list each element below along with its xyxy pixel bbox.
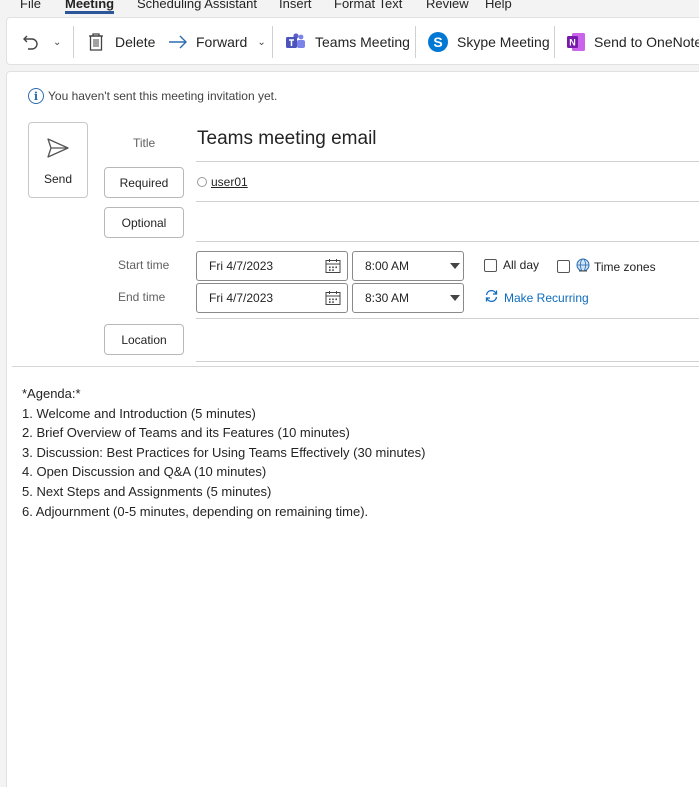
chevron-down-icon: ⌄ (53, 36, 62, 48)
start-time-value: 8:00 AM (365, 259, 410, 273)
required-recipient[interactable]: user01 (197, 175, 248, 189)
ribbon-separator (272, 26, 273, 58)
svg-text:N: N (569, 38, 576, 48)
calendar-icon[interactable] (325, 258, 341, 277)
forward-button[interactable]: Forward ⌄ (168, 18, 266, 66)
required-underline (196, 201, 699, 202)
send-to-onenote-button[interactable]: N Send to OneNote (566, 18, 699, 66)
end-time-value: 8:30 AM (365, 291, 410, 305)
forward-arrow-icon (168, 32, 188, 52)
all-day-checkbox[interactable]: All day (484, 258, 539, 272)
tab-meeting[interactable]: Meeting (65, 0, 115, 14)
info-message: You haven't sent this meeting invitation… (48, 89, 278, 103)
make-recurring-label: Make Recurring (504, 290, 589, 305)
teams-meeting-button[interactable]: Teams Meeting (286, 18, 410, 66)
teams-meeting-label: Teams Meeting (315, 34, 410, 50)
tab-file[interactable]: File (20, 0, 41, 11)
info-icon: i (28, 88, 44, 104)
delete-label: Delete (115, 34, 156, 50)
end-date-picker[interactable]: Fri 4/7/2023 (196, 283, 348, 313)
end-time-dropdown[interactable]: 8:30 AM (352, 283, 464, 313)
tab-format-text[interactable]: Format Text (334, 0, 402, 11)
message-body[interactable]: *Agenda:* 1. Welcome and Introduction (5… (22, 384, 425, 521)
skype-meeting-button[interactable]: S Skype Meeting (427, 18, 550, 66)
presence-status-icon (197, 177, 207, 187)
ribbon-separator (415, 26, 416, 58)
body-line: 3. Discussion: Best Practices for Using … (22, 444, 426, 460)
forward-label: Forward (196, 34, 248, 50)
start-date-picker[interactable]: Fri 4/7/2023 (196, 251, 348, 281)
onenote-icon: N (566, 32, 586, 52)
dropdown-arrow-icon (450, 295, 460, 301)
teams-icon (286, 33, 306, 51)
ribbon-toolbar: ⌄ Delete Forward ⌄ Teams Meeting S Skype… (6, 17, 699, 65)
end-date-value: Fri 4/7/2023 (209, 291, 274, 305)
menu-bar: File Meeting Scheduling Assistant Insert… (0, 0, 699, 14)
time-underline (196, 318, 699, 319)
skype-icon: S (427, 31, 449, 53)
calendar-icon[interactable] (325, 290, 341, 309)
send-icon (46, 137, 70, 164)
required-button[interactable]: Required (104, 167, 184, 198)
send-to-onenote-label: Send to OneNote (594, 34, 699, 50)
end-time-label: End time (118, 290, 166, 304)
make-recurring-button[interactable]: Make Recurring (484, 289, 589, 306)
trash-icon (87, 32, 105, 52)
optional-underline (196, 241, 699, 242)
ribbon-separator (73, 26, 74, 58)
globe-icon (576, 258, 590, 275)
tab-help[interactable]: Help (485, 0, 512, 11)
ribbon-separator (554, 26, 555, 58)
start-date-value: Fri 4/7/2023 (209, 259, 274, 273)
body-line: 4. Open Discussion and Q&A (10 minutes) (22, 464, 267, 480)
start-time-label: Start time (118, 258, 170, 272)
time-zones-label: Time zones (594, 259, 656, 274)
send-button[interactable]: Send (28, 122, 88, 198)
optional-button[interactable]: Optional (104, 207, 184, 238)
body-line: 5. Next Steps and Assignments (5 minutes… (22, 483, 272, 499)
undo-button[interactable] (21, 18, 41, 66)
start-time-dropdown[interactable]: 8:00 AM (352, 251, 464, 281)
body-line: 6. Adjournment (0-5 minutes, depending o… (22, 503, 369, 519)
checkbox-box[interactable] (557, 260, 570, 273)
undo-icon (21, 32, 41, 52)
body-line: *Agenda:* (22, 386, 81, 401)
recurrence-icon (484, 289, 499, 306)
undo-dropdown[interactable]: ⌄ (53, 18, 61, 66)
location-underline (196, 361, 699, 362)
title-input[interactable]: Teams meeting email (197, 128, 377, 150)
body-line: 1. Welcome and Introduction (5 minutes) (22, 405, 256, 421)
title-underline (196, 161, 699, 162)
tab-insert[interactable]: Insert (279, 0, 312, 11)
body-divider (12, 366, 699, 367)
skype-meeting-label: Skype Meeting (457, 34, 550, 50)
checkbox-box[interactable] (484, 258, 497, 272)
svg-text:S: S (433, 34, 442, 50)
all-day-label: All day (503, 258, 540, 272)
title-label: Title (133, 136, 156, 150)
chevron-down-icon: ⌄ (257, 36, 266, 48)
tab-scheduling-assistant[interactable]: Scheduling Assistant (137, 0, 257, 11)
tab-review[interactable]: Review (426, 0, 469, 11)
location-button[interactable]: Location (104, 324, 184, 355)
dropdown-arrow-icon (450, 263, 460, 269)
send-label: Send (43, 172, 73, 186)
info-banner: i You haven't sent this meeting invitati… (28, 88, 277, 104)
recipient-name[interactable]: user01 (211, 175, 248, 189)
body-line: 2. Brief Overview of Teams and its Featu… (22, 425, 350, 441)
delete-button[interactable]: Delete (87, 18, 155, 66)
time-zones-checkbox[interactable]: Time zones (557, 258, 656, 275)
